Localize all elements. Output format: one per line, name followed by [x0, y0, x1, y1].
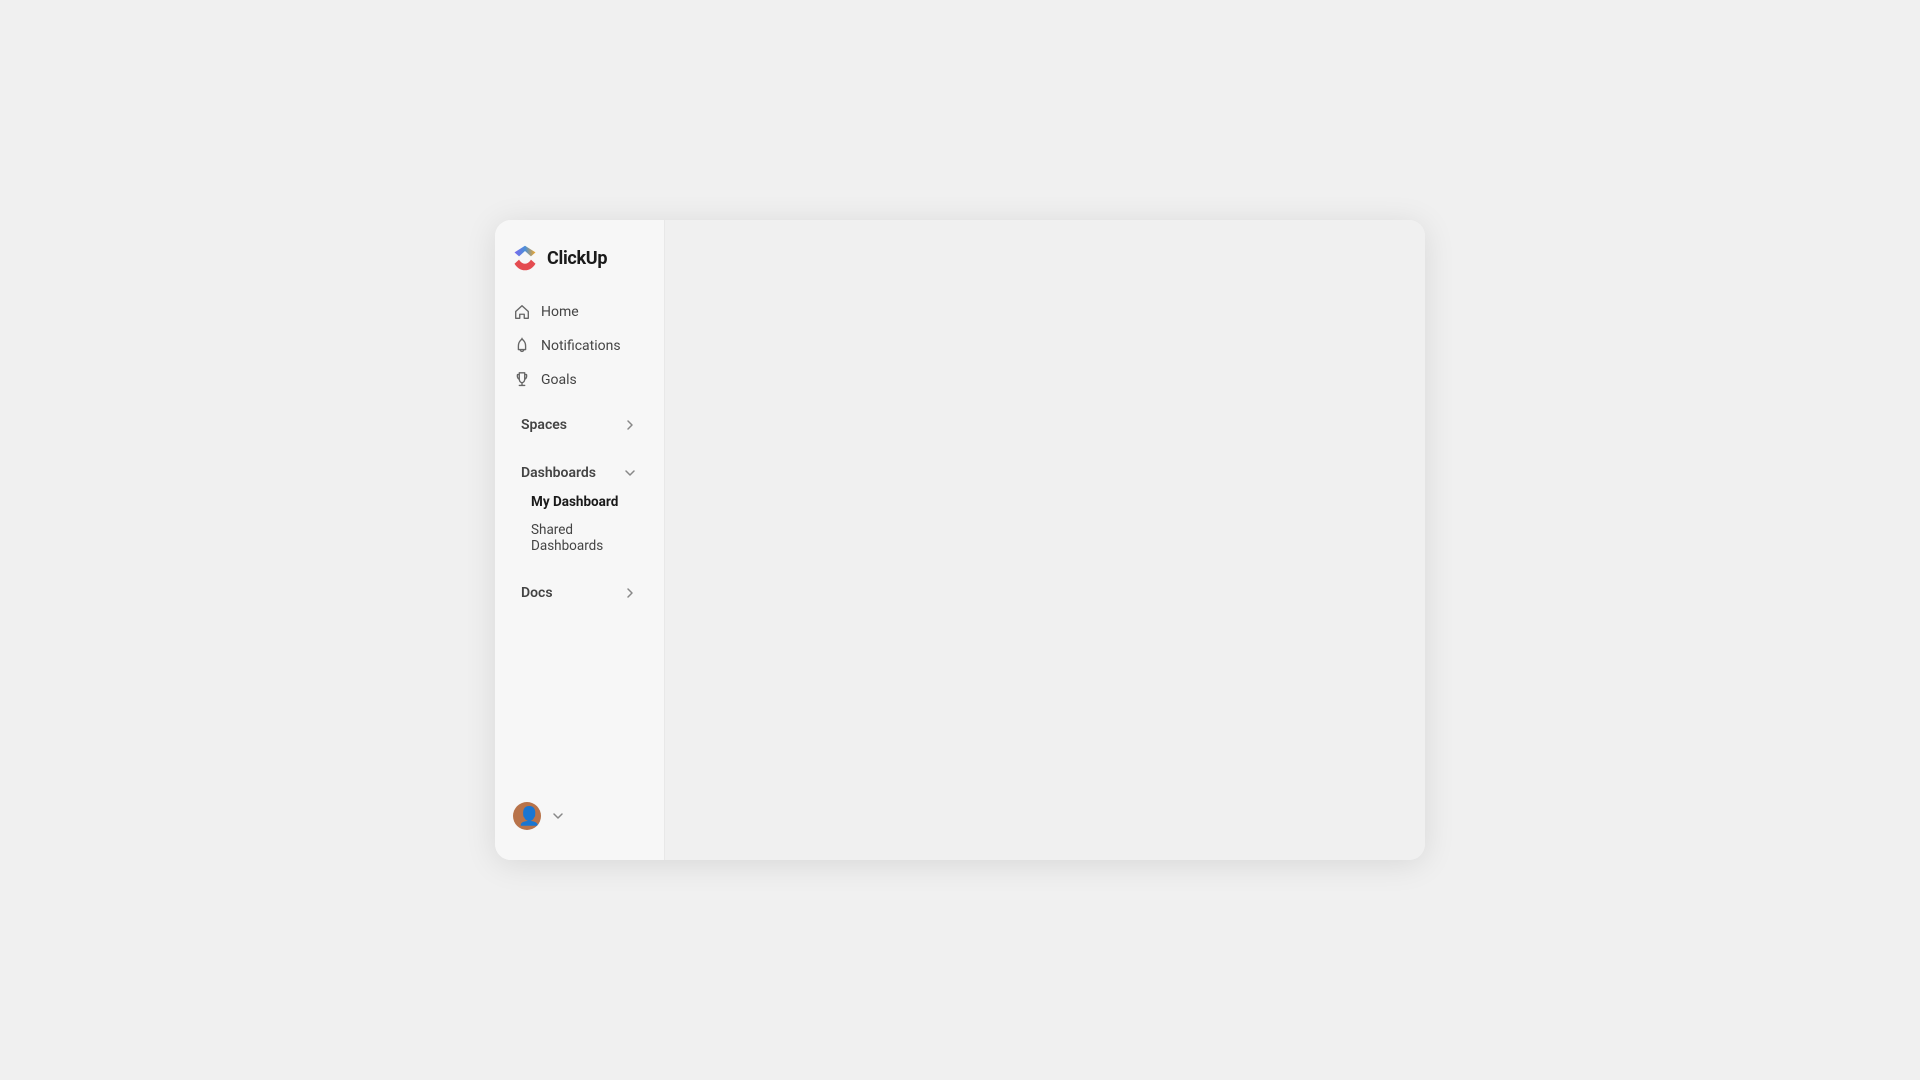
user-area[interactable] — [503, 796, 656, 836]
docs-section: Docs — [511, 578, 648, 608]
spaces-header[interactable]: Spaces — [511, 410, 648, 440]
sidebar-item-goals-label: Goals — [541, 372, 577, 388]
avatar — [513, 802, 541, 830]
chevron-right-icon-docs — [622, 585, 638, 601]
sidebar-item-my-dashboard[interactable]: My Dashboard — [511, 488, 648, 516]
sidebar-item-goals[interactable]: Goals — [503, 364, 656, 396]
main-content — [665, 220, 1425, 860]
sidebar-item-notifications-label: Notifications — [541, 338, 621, 354]
spaces-label: Spaces — [521, 417, 567, 433]
docs-label: Docs — [521, 585, 553, 601]
sidebar-item-notifications[interactable]: Notifications — [503, 330, 656, 362]
app-name: ClickUp — [547, 248, 607, 269]
sidebar: ClickUp Home Notifications — [495, 220, 665, 860]
clickup-logo-icon — [511, 244, 539, 272]
sidebar-bottom — [495, 796, 664, 844]
sidebar-item-home[interactable]: Home — [503, 296, 656, 328]
sidebar-item-shared-dashboards[interactable]: Shared Dashboards — [511, 516, 648, 560]
dashboards-section: Dashboards My Dashboard Shared Dashboard… — [511, 458, 648, 560]
spaces-section: Spaces — [511, 410, 648, 440]
dashboards-label: Dashboards — [521, 465, 596, 481]
trophy-icon — [513, 371, 531, 389]
user-chevron-icon — [551, 809, 565, 823]
sidebar-item-home-label: Home — [541, 304, 579, 320]
chevron-down-icon — [622, 465, 638, 481]
chevron-right-icon — [622, 417, 638, 433]
dashboards-header[interactable]: Dashboards — [511, 458, 648, 488]
my-dashboard-label: My Dashboard — [531, 494, 618, 510]
logo-area[interactable]: ClickUp — [495, 244, 664, 296]
home-icon — [513, 303, 531, 321]
bell-icon — [513, 337, 531, 355]
app-card: ClickUp Home Notifications — [495, 220, 1425, 860]
shared-dashboards-label: Shared Dashboards — [531, 522, 638, 554]
nav-items: Home Notifications — [495, 296, 664, 796]
docs-header[interactable]: Docs — [511, 578, 648, 608]
